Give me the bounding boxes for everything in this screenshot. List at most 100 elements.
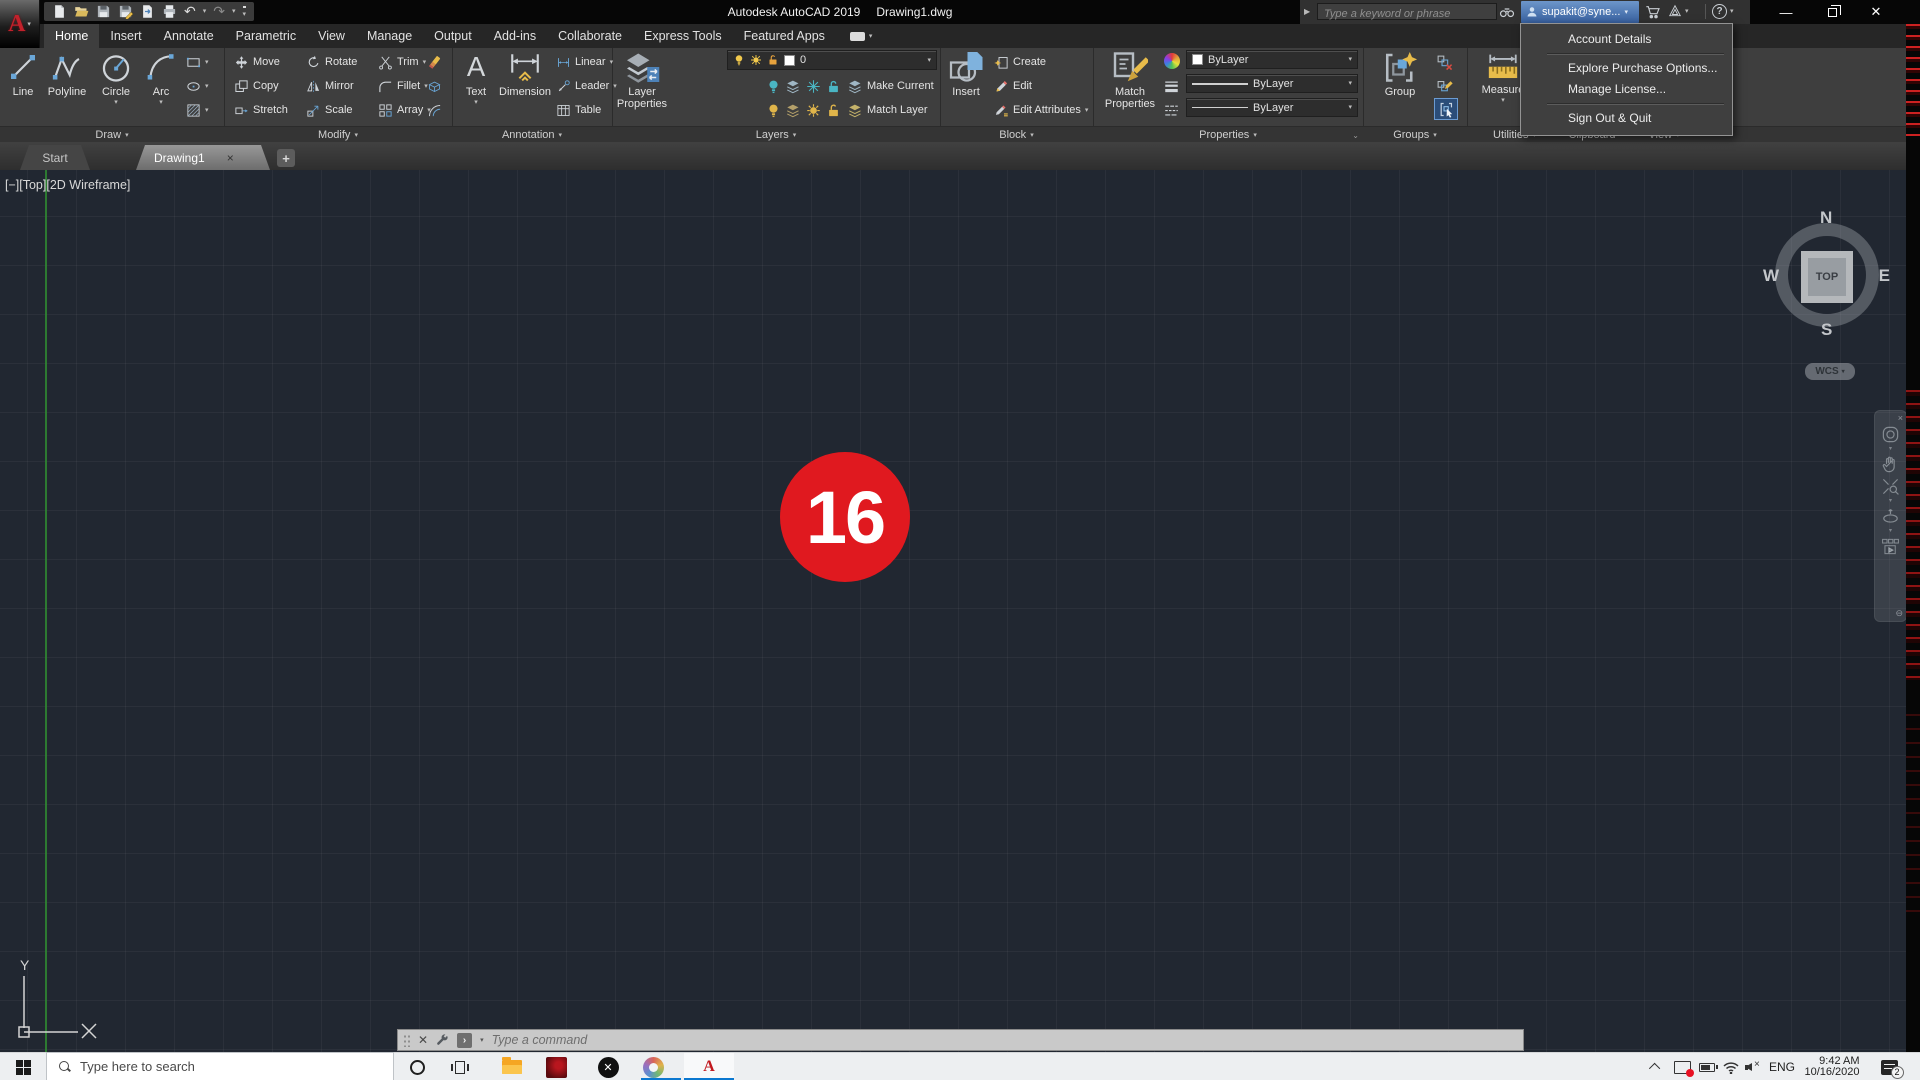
- group-button[interactable]: Group: [1372, 49, 1428, 125]
- erase-button[interactable]: [427, 52, 442, 72]
- linetype-icon-button[interactable]: [1164, 100, 1179, 120]
- rectangle-button[interactable]: ▾: [186, 52, 209, 72]
- command-bar-grip[interactable]: [403, 1034, 410, 1047]
- plot-icon[interactable]: [162, 4, 177, 19]
- panel-label-draw[interactable]: Draw▾: [0, 127, 224, 143]
- pan-icon[interactable]: [1881, 455, 1900, 474]
- command-recent-dropdown-icon[interactable]: ▾: [480, 1037, 484, 1044]
- undo-icon[interactable]: ↶: [184, 3, 196, 20]
- showmotion-icon[interactable]: [1881, 537, 1900, 556]
- linear-button[interactable]: Linear▾: [556, 52, 613, 72]
- trim-button[interactable]: Trim▾: [378, 52, 426, 72]
- make-current-button[interactable]: Make Current: [848, 76, 934, 96]
- dimension-button[interactable]: Dimension: [498, 49, 552, 125]
- navigation-bar[interactable]: × ▾ ▾ ▾ ⊖: [1874, 410, 1906, 622]
- xbox-button[interactable]: ✕: [592, 1053, 624, 1080]
- task-view-button[interactable]: [444, 1053, 476, 1080]
- line-button[interactable]: Line: [4, 49, 42, 125]
- navbar-close-icon[interactable]: ×: [1898, 413, 1903, 423]
- tab-view[interactable]: View: [307, 24, 356, 48]
- layer-on-button[interactable]: [766, 100, 781, 120]
- tab-collaborate[interactable]: Collaborate: [547, 24, 633, 48]
- qat-customize-icon[interactable]: ▾: [243, 6, 247, 18]
- start-button[interactable]: [0, 1053, 46, 1080]
- menu-item-explore-purchase-options[interactable]: Explore Purchase Options...: [1521, 58, 1732, 79]
- tab-annotate[interactable]: Annotate: [153, 24, 225, 48]
- panel-label-modify[interactable]: Modify▾: [224, 127, 452, 143]
- tray-volume-button[interactable]: ×: [1742, 1053, 1766, 1080]
- viewport-visual-style-menu[interactable]: [2D Wireframe]: [46, 178, 130, 192]
- redo-dropdown-icon[interactable]: ▾: [232, 8, 236, 15]
- offset-button[interactable]: [427, 100, 442, 120]
- tab-express-tools[interactable]: Express Tools: [633, 24, 733, 48]
- save-as-icon[interactable]: [118, 4, 133, 19]
- insert-block-button[interactable]: Insert: [944, 49, 988, 125]
- panel-label-annotation[interactable]: Annotation▾: [452, 127, 612, 143]
- lineweight-select[interactable]: ByLayer ▾: [1186, 74, 1358, 93]
- fillet-button[interactable]: Fillet▾: [378, 76, 428, 96]
- lineweight-icon-button[interactable]: [1164, 76, 1179, 96]
- zoom-extents-icon[interactable]: [1881, 477, 1900, 496]
- object-color-select[interactable]: ByLayer ▾: [1186, 50, 1358, 69]
- file-tab-start[interactable]: Start: [20, 145, 90, 170]
- viewcube-east[interactable]: E: [1879, 266, 1890, 286]
- orbit-icon[interactable]: [1881, 507, 1900, 526]
- command-input[interactable]: [492, 1033, 1518, 1047]
- layer-unisolate-button[interactable]: [786, 100, 801, 120]
- tray-clock-button[interactable]: 9:42 AM 10/16/2020: [1798, 1053, 1866, 1080]
- menu-item-manage-license[interactable]: Manage License...: [1521, 79, 1732, 100]
- cortana-button[interactable]: [402, 1053, 432, 1080]
- layer-unlock-button[interactable]: [826, 100, 841, 120]
- application-menu-button[interactable]: A▾: [0, 0, 40, 48]
- minimize-button[interactable]: —: [1772, 0, 1800, 24]
- tray-display-button[interactable]: [1670, 1053, 1694, 1080]
- file-tab-drawing1[interactable]: Drawing1×: [136, 145, 270, 170]
- taskbar-search-box[interactable]: [46, 1052, 394, 1080]
- panel-label-groups[interactable]: Groups▾: [1363, 127, 1467, 143]
- match-layer-button[interactable]: Match Layer: [848, 100, 928, 120]
- linetype-select[interactable]: ByLayer ▾: [1186, 98, 1358, 117]
- layer-lock-button[interactable]: [826, 76, 841, 96]
- wcs-menu[interactable]: WCS▾: [1805, 363, 1855, 380]
- panel-label-properties[interactable]: Properties▾⌄: [1093, 127, 1363, 143]
- layer-properties-button[interactable]: Layer Properties: [616, 49, 668, 125]
- help-search-box[interactable]: [1317, 3, 1497, 20]
- leader-button[interactable]: Leader▾: [556, 76, 617, 96]
- create-block-button[interactable]: Create: [994, 52, 1046, 72]
- table-button[interactable]: Table: [556, 100, 601, 120]
- new-file-icon[interactable]: [52, 4, 67, 19]
- viewport-view-menu[interactable]: [Top]: [19, 178, 46, 192]
- stretch-button[interactable]: Stretch: [234, 100, 288, 120]
- taskbar-search-input[interactable]: [80, 1059, 340, 1074]
- copy-button[interactable]: Copy: [234, 76, 279, 96]
- search-expand-icon[interactable]: ▶: [1304, 7, 1310, 16]
- scale-button[interactable]: Scale: [306, 100, 353, 120]
- ribbon-display-toggle[interactable]: ▾: [850, 24, 873, 48]
- account-button[interactable]: supakit@syne... ▾: [1521, 1, 1639, 23]
- tray-battery-button[interactable]: [1696, 1053, 1718, 1080]
- help-button[interactable]: ? ▾: [1712, 4, 1734, 19]
- properties-dialog-launcher-icon[interactable]: ⌄: [1352, 131, 1359, 140]
- menu-item-sign-out-quit[interactable]: Sign Out & Quit: [1521, 108, 1732, 129]
- tab-parametric[interactable]: Parametric: [225, 24, 307, 48]
- help-search-input[interactable]: [1318, 7, 1496, 22]
- panel-label-layers[interactable]: Layers▾: [612, 127, 940, 143]
- viewport-controls-menu[interactable]: [−]: [5, 178, 19, 192]
- tab-output[interactable]: Output: [423, 24, 483, 48]
- paint3d-button[interactable]: [637, 1053, 669, 1080]
- ungroup-button[interactable]: [1436, 52, 1453, 72]
- viewcube-west[interactable]: W: [1763, 266, 1779, 286]
- edit-block-button[interactable]: Edit: [994, 76, 1032, 96]
- ellipse-button[interactable]: ▾: [186, 76, 209, 96]
- close-button[interactable]: ✕: [1862, 0, 1890, 24]
- move-button[interactable]: Move: [234, 52, 280, 72]
- new-drawing-button[interactable]: +: [277, 149, 295, 167]
- hatch-button[interactable]: ▾: [186, 100, 209, 120]
- arc-button[interactable]: Arc▾: [142, 49, 180, 125]
- close-tab-icon[interactable]: ×: [227, 151, 234, 165]
- layer-isolate-button[interactable]: [786, 76, 801, 96]
- tab-insert[interactable]: Insert: [99, 24, 152, 48]
- text-button[interactable]: Text▾: [458, 49, 494, 125]
- match-properties-button[interactable]: Match Properties: [1100, 49, 1160, 125]
- viewcube-top-face[interactable]: TOP: [1801, 251, 1853, 303]
